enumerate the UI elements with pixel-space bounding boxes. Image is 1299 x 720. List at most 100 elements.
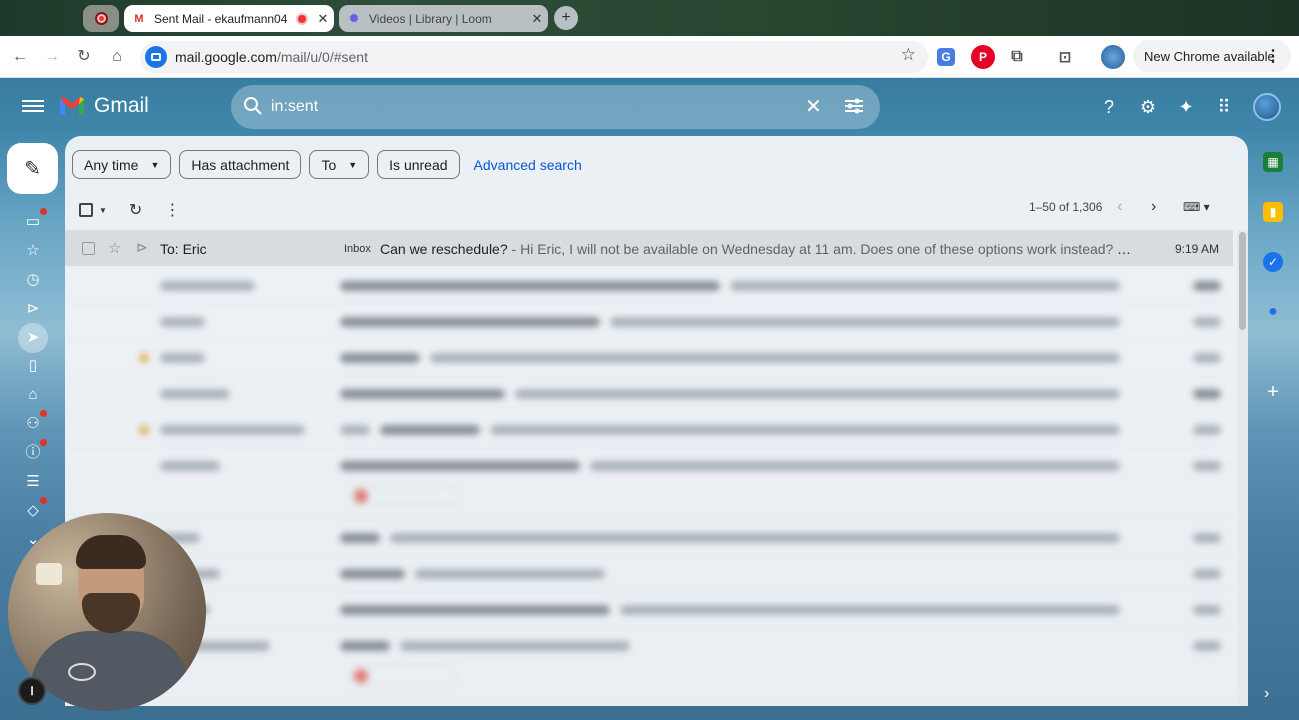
home-icon[interactable]: ⌂ [105, 45, 129, 69]
translate-icon[interactable]: G [937, 48, 955, 66]
input-tools-keyboard-icon[interactable]: ⌨ ▾ [1183, 200, 1210, 214]
main-menu-icon[interactable] [22, 97, 44, 115]
pencil-icon: ✎ [24, 158, 41, 180]
forward-icon[interactable]: → [40, 45, 64, 69]
expand-side-panel-icon[interactable]: › [1264, 685, 1269, 703]
star-icon[interactable]: ☆ [108, 239, 121, 257]
row-checkbox[interactable] [82, 242, 95, 255]
labels-icon[interactable]: ⌂ [23, 385, 43, 405]
reload-icon[interactable]: ↻ [72, 45, 96, 69]
settings-gear-icon[interactable]: ⚙ [1137, 96, 1159, 118]
email-row-blurred[interactable] [65, 302, 1233, 338]
add-app-icon[interactable]: + [1263, 381, 1283, 403]
refresh-icon[interactable]: ↻ [129, 200, 142, 220]
search-input[interactable]: in:sent [271, 98, 318, 116]
clear-search-icon[interactable]: ✕ [805, 94, 822, 119]
email-row-blurred[interactable] [65, 518, 1233, 554]
notification-dot [40, 410, 47, 417]
search-icon[interactable] [243, 96, 263, 116]
browser-toolbar: ← → ↻ ⌂ mail.google.com/mail/u/0/#sent ☆… [0, 36, 1299, 78]
pinterest-icon[interactable]: P [971, 45, 995, 69]
row-snippet: - Hi Eric, I will not be available on We… [511, 241, 1132, 257]
close-tab-icon[interactable]: ✕ [312, 11, 334, 27]
mail-list-scrollbar[interactable] [1237, 230, 1248, 706]
important-icon[interactable]: ⊳ [23, 299, 43, 319]
row-time: 9:19 AM [1174, 242, 1219, 256]
advanced-search-link[interactable]: Advanced search [474, 157, 582, 173]
address-bar[interactable]: mail.google.com/mail/u/0/#sent ☆ [140, 41, 928, 73]
email-list: ☆ ⊳ To: Eric Inbox Can we reschedule? - … [65, 230, 1233, 698]
promotions-icon[interactable]: ◇ [23, 497, 47, 521]
contacts-icon[interactable]: ● [1263, 302, 1283, 322]
search-options-icon[interactable] [843, 95, 865, 117]
email-row-blurred[interactable] [65, 266, 1233, 302]
tab-gmail[interactable]: M Sent Mail - ekaufmann04 ✕ [124, 5, 334, 32]
email-row-blurred[interactable] [65, 338, 1233, 374]
chip-label: Any time [84, 156, 139, 173]
dropdown-caret-icon: ▼ [348, 159, 358, 170]
tab-title: Videos | Library | Loom [369, 11, 492, 26]
mail-search-bar[interactable]: in:sent ✕ [231, 85, 880, 129]
scrollbar-thumb[interactable] [1239, 232, 1246, 330]
email-row-blurred[interactable] [65, 554, 1233, 590]
sent-icon[interactable]: ➤ [18, 323, 48, 353]
profile-avatar[interactable] [1101, 45, 1125, 69]
new-tab-button[interactable]: + [554, 6, 578, 30]
gemini-sparkle-icon[interactable]: ✦ [1175, 96, 1197, 118]
notification-dot [40, 439, 47, 446]
inbox-label[interactable]: Inbox [344, 243, 371, 255]
recording-tab[interactable] [83, 5, 119, 32]
gmail-m-icon [60, 97, 84, 115]
extensions-puzzle-icon[interactable]: ⧉ [1005, 45, 1029, 69]
apps-grid-icon[interactable]: ⠿ [1213, 96, 1235, 118]
loom-favicon-icon: ✺ [349, 13, 359, 25]
filter-is-unread[interactable]: Is unread [377, 150, 460, 179]
tab-search-icon[interactable]: ⊡ [1053, 45, 1077, 69]
previous-page-icon[interactable]: ‹ [1117, 198, 1122, 216]
inbox-icon[interactable]: ▭ [23, 208, 47, 232]
tasks-icon[interactable]: ✓ [1263, 252, 1283, 272]
back-icon[interactable]: ← [8, 45, 32, 69]
calendar-icon[interactable]: ▦ [1263, 152, 1283, 172]
email-row-blurred[interactable] [65, 374, 1233, 410]
site-camera-icon[interactable] [145, 46, 167, 68]
compose-button[interactable]: ✎ [7, 143, 58, 194]
select-all-checkbox[interactable] [79, 203, 93, 217]
filter-has-attachment[interactable]: Has attachment [179, 150, 302, 179]
gmail-logo[interactable]: Gmail [58, 94, 149, 118]
close-tab-icon[interactable]: ✕ [526, 11, 548, 27]
url-path: /mail/u/0/#sent [276, 49, 368, 65]
account-avatar[interactable] [1253, 93, 1281, 121]
snoozed-icon[interactable]: ◷ [23, 270, 43, 290]
loom-control-button[interactable]: ⏽ [18, 677, 46, 705]
email-row-blurred[interactable] [65, 410, 1233, 446]
url-text[interactable]: mail.google.com/mail/u/0/#sent [175, 49, 368, 65]
chrome-menu-icon[interactable]: ⋮ [1265, 46, 1281, 66]
help-icon[interactable]: ? [1098, 96, 1120, 118]
next-page-icon[interactable]: › [1151, 198, 1156, 216]
updates-icon[interactable]: ⓘ [23, 439, 47, 463]
new-chrome-available-button[interactable]: New Chrome available ⋮ [1133, 40, 1291, 72]
email-row-blurred[interactable] [65, 590, 1233, 626]
social-icon[interactable]: ⚇ [23, 410, 47, 434]
shirt-logo [68, 663, 96, 681]
bookmark-star-icon[interactable]: ☆ [901, 45, 916, 65]
email-row-blurred[interactable] [65, 626, 1233, 698]
tab-title: Sent Mail - ekaufmann04 [154, 11, 288, 26]
email-row[interactable]: ☆ ⊳ To: Eric Inbox Can we reschedule? - … [65, 230, 1233, 266]
notification-dot [40, 497, 47, 504]
filter-any-time[interactable]: Any time ▼ [72, 150, 172, 179]
more-options-icon[interactable]: ⋮ [164, 200, 180, 220]
keep-icon[interactable]: ▮ [1263, 202, 1283, 222]
tab-loom[interactable]: ✺ Videos | Library | Loom ✕ [339, 5, 548, 32]
tab-record-icon [296, 12, 308, 25]
filter-to[interactable]: To ▼ [309, 150, 370, 179]
search-filter-chips: Any time ▼ Has attachment To ▼ Is unread A… [72, 150, 582, 179]
select-dropdown-icon[interactable]: ▼ [99, 206, 107, 215]
drafts-icon[interactable]: ▯ [23, 356, 43, 376]
importance-marker-icon[interactable]: ⊳ [136, 239, 148, 256]
starred-icon[interactable]: ☆ [23, 241, 43, 261]
email-row-blurred[interactable] [65, 446, 1233, 518]
forums-icon[interactable]: ☰ [23, 472, 43, 492]
mail-list-panel: Any time ▼ Has attachment To ▼ Is unread A… [65, 136, 1248, 706]
